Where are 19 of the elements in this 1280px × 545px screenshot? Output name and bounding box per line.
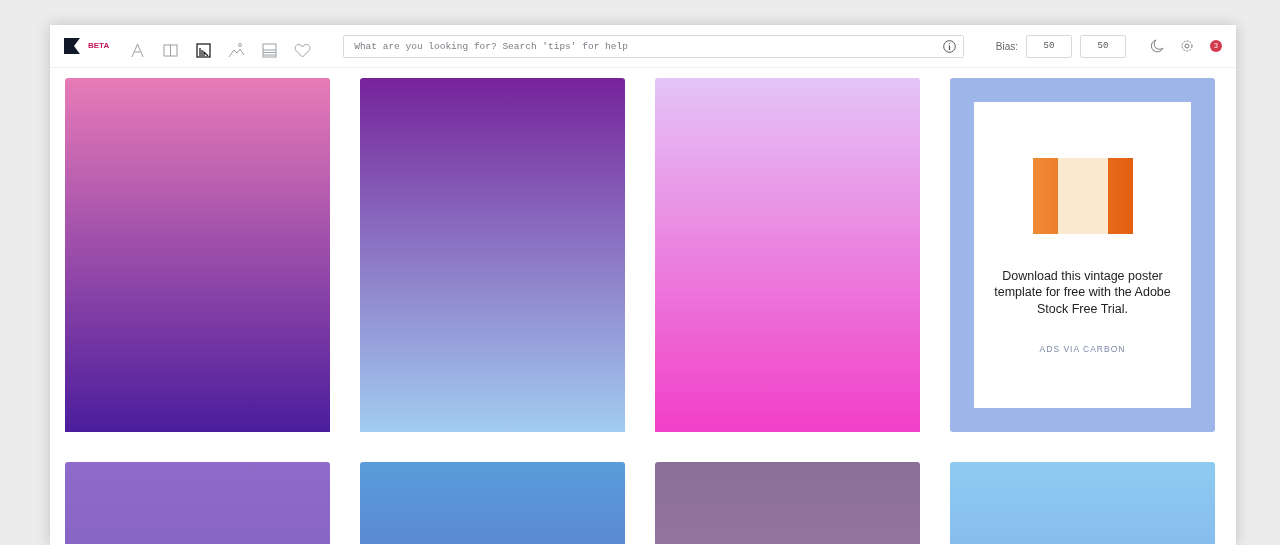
gradient-swatch[interactable] bbox=[360, 78, 625, 432]
poster-image[interactable] bbox=[1032, 158, 1133, 234]
gradient-swatch[interactable] bbox=[360, 462, 625, 544]
gradient-swatch[interactable] bbox=[950, 462, 1215, 544]
bias-input[interactable]: 50 bbox=[1026, 34, 1072, 58]
moon-icon[interactable] bbox=[1150, 39, 1164, 53]
gradient-swatch[interactable] bbox=[65, 78, 330, 432]
ad-credit-link[interactable]: ADS VIA CARBON bbox=[1039, 342, 1126, 356]
bias-input[interactable]: 50 bbox=[1080, 34, 1126, 58]
gradient-swatch[interactable] bbox=[655, 462, 920, 544]
bias-label: Bias: bbox=[995, 39, 1018, 54]
settings-icon[interactable] bbox=[1180, 39, 1194, 53]
gradient-swatch[interactable] bbox=[65, 462, 330, 544]
ad-text[interactable]: Download this vintage poster template for free with the Adobe Stock Free Trial. bbox=[974, 268, 1191, 317]
search-field[interactable]: What are you looking for? Search 'tips' for help bbox=[343, 34, 964, 58]
info-icon[interactable] bbox=[942, 39, 956, 53]
logo-icon[interactable] bbox=[64, 38, 80, 54]
gradient-swatch[interactable] bbox=[655, 78, 920, 432]
beta-label: BETA bbox=[88, 40, 110, 52]
